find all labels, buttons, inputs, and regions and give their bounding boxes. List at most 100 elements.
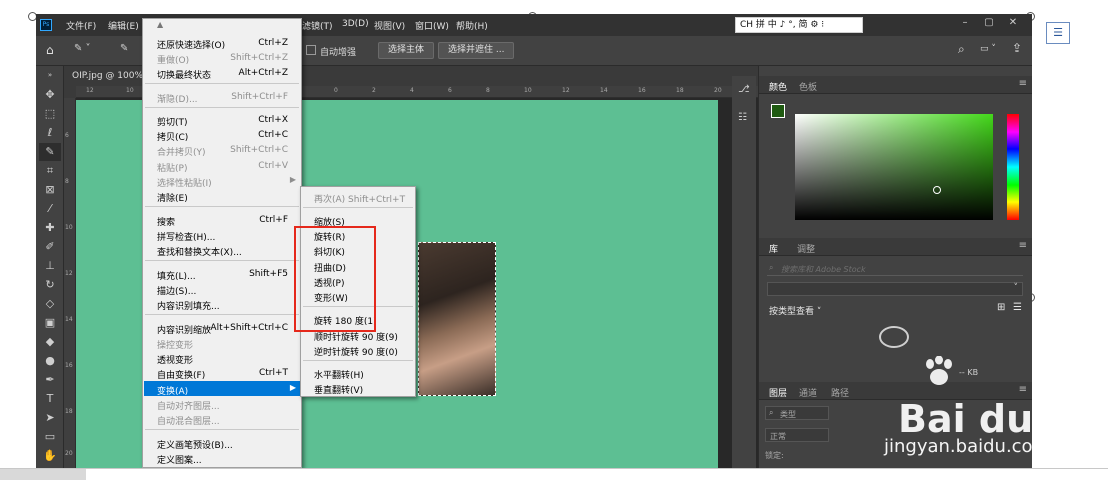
lock-label: 锁定: [765,451,784,460]
menu-item-fill[interactable]: 填充(L)... Shift+F5 [144,266,300,282]
hue-slider[interactable] [1007,114,1019,220]
select-subject-button[interactable]: 选择主体 [378,42,435,59]
eyedropper-tool-icon[interactable]: ⁄ [39,200,61,218]
library-search-field[interactable]: ⌕ 搜索库和 Adobe Stock [767,262,1023,276]
tab-swatches[interactable]: 色板 [799,80,817,93]
color-picker-cursor[interactable] [933,186,941,194]
menu-item-auto-align-layers: 自动对齐图层... [157,402,220,412]
ime-toolbar[interactable]: CH 拼 中 ♪ °, 简 ⚙ ⁝ [735,17,863,33]
gradient-tool-icon[interactable]: ▣ [39,314,61,332]
menu-item-paste: 粘贴(P) Ctrl+V [157,161,288,174]
menu-item-define-brush-preset[interactable]: 定义画笔预设(B)... [144,435,300,451]
marquee-tool-icon[interactable]: ⬚ [39,105,61,123]
menu-item-copy[interactable]: 拷贝(C) Ctrl+C [144,127,300,143]
tab-channels[interactable]: 通道 [799,386,817,399]
healing-brush-tool-icon[interactable]: ✚ [39,219,61,237]
hand-tool-icon[interactable]: ✋ [39,447,61,465]
tab-color[interactable]: 颜色 [769,80,787,93]
menu-3d[interactable]: 3D(D) [342,19,369,29]
history-brush-tool-icon[interactable]: ↻ [39,276,61,294]
brush-tool-icon[interactable]: ✐ [39,238,61,256]
menu-filter[interactable]: 滤镜(T) [302,19,333,32]
submenu-item-rotate-90-ccw[interactable]: 逆时针旋转 90 度(0) [302,342,414,358]
frame-tool-icon[interactable]: ⊠ [39,181,61,199]
pen-tool-icon[interactable]: ✒ [39,371,61,389]
selected-photo[interactable] [418,242,496,396]
list-view-icon[interactable]: ☰ [1013,302,1022,313]
menu-item-toggle-last-state[interactable]: 切换最终状态 Alt+Ctrl+Z [144,65,300,81]
menu-edit[interactable]: 编辑(E) [108,19,139,32]
document-title: OIP.jpg @ 100%( [72,71,147,81]
move-tool-icon[interactable]: ✥ [39,86,61,104]
auto-enhance-checkbox[interactable] [306,45,316,55]
clone-stamp-tool-icon[interactable]: ⊥ [39,257,61,275]
menu-window[interactable]: 窗口(W) [415,19,449,32]
home-icon[interactable]: ⌂ [46,43,54,57]
submenu-item-flip-horizontal[interactable]: 水平翻转(H) [302,365,414,381]
minimize-button[interactable]: – [954,16,976,30]
foreground-color-swatch[interactable] [771,104,785,118]
panel-icon-strip: ⎇ ☷ [732,76,756,468]
scroll-up-icon[interactable]: ▲ [157,20,163,29]
menu-item-cut[interactable]: 剪切(T) Ctrl+X [144,112,300,128]
menu-item-find-replace[interactable]: 查找和替换文本(X)... [144,242,300,258]
menu-file[interactable]: 文件(F) [66,19,96,32]
layer-filter-dropdown[interactable]: ⌕ 类型 [765,406,829,420]
close-button[interactable]: ✕ [1002,16,1024,30]
menu-item-spell-check[interactable]: 拼写检查(H)... [144,227,300,243]
quick-selection-add-icon[interactable]: ✎ [120,43,128,54]
menu-separator [145,260,299,261]
workspace-icon[interactable]: ▭ ˅ [980,44,996,54]
menu-item-search[interactable]: 搜索 Ctrl+F [144,212,300,228]
tab-libraries[interactable]: 库 [769,242,778,255]
quick-selection-tool-icon[interactable]: ✎ [39,143,61,161]
type-tool-icon[interactable]: T [39,390,61,408]
menu-item-content-aware-scale[interactable]: 内容识别缩放 Alt+Shift+Ctrl+C [144,320,300,336]
menu-item-stroke[interactable]: 描边(S)... [144,281,300,297]
menu-item-clear[interactable]: 清除(E) [144,188,300,204]
color-picker-field[interactable] [795,114,993,220]
history-panel-icon[interactable]: ⎇ [738,84,750,95]
collapse-toolbar-icon[interactable]: » [39,66,61,84]
ruler-tick: 12 [86,87,94,94]
library-dropdown[interactable]: ˅ [767,282,1023,296]
tab-paths[interactable]: 路径 [831,386,849,399]
ruler-tick: 8 [486,87,490,94]
panel-menu-icon[interactable]: ≡ [1019,240,1027,251]
tab-adjustments[interactable]: 调整 [797,242,815,255]
submenu-item-scale[interactable]: 缩放(S) [302,212,414,228]
tab-layers[interactable]: 图层 [769,386,787,399]
library-view-by-type[interactable]: 按类型查看 ˅ [769,304,821,317]
dodge-tool-icon[interactable]: ● [39,352,61,370]
menu-item-perspective-warp[interactable]: 透视变形 [144,350,300,366]
menu-item-transform[interactable]: 变换(A) ▶ [144,381,300,397]
ruler-tick: 8 [65,178,69,185]
menu-view[interactable]: 视图(V) [374,19,405,32]
blend-mode-dropdown[interactable]: 正常 [765,428,829,442]
menu-separator [303,207,413,208]
search-icon[interactable]: ⌕ [958,42,965,57]
lasso-tool-icon[interactable]: ℓ [39,124,61,142]
share-icon[interactable]: ⇪ [1012,41,1022,55]
grid-view-icon[interactable]: ⊞ [997,302,1005,313]
panel-menu-icon[interactable]: ≡ [1019,78,1027,89]
edit-menu: ▲ 还原快速选择(O) Ctrl+Z 重做(O) Shift+Ctrl+Z 切换最终… [142,18,302,468]
menu-item-free-transform[interactable]: 自由变换(F) Ctrl+T [144,365,300,381]
menu-item-define-pattern[interactable]: 定义图案... [144,450,300,466]
crop-tool-icon[interactable]: ⌗ [39,162,61,180]
path-selection-tool-icon[interactable]: ➤ [39,409,61,427]
eraser-tool-icon[interactable]: ◇ [39,295,61,313]
submenu-arrow-icon: ▶ [289,383,296,392]
blur-tool-icon[interactable]: ◆ [39,333,61,351]
properties-panel-icon[interactable]: ☷ [738,112,747,123]
submenu-item-flip-vertical[interactable]: 垂直翻转(V) [302,380,414,396]
maximize-button[interactable]: ▢ [978,16,1000,30]
select-and-mask-button[interactable]: 选择并遮住 ... [438,42,515,59]
layout-options-icon[interactable]: ☰ [1046,22,1070,44]
quick-selection-preset-icon[interactable]: ✎ ˅ [74,43,91,54]
menu-item-content-aware-fill[interactable]: 内容识别填充... [144,296,300,312]
rectangle-tool-icon[interactable]: ▭ [39,428,61,446]
menu-help[interactable]: 帮助(H) [456,19,488,32]
ruler-tick: 4 [410,87,414,94]
menu-item-undo[interactable]: 还原快速选择(O) Ctrl+Z [144,35,300,51]
